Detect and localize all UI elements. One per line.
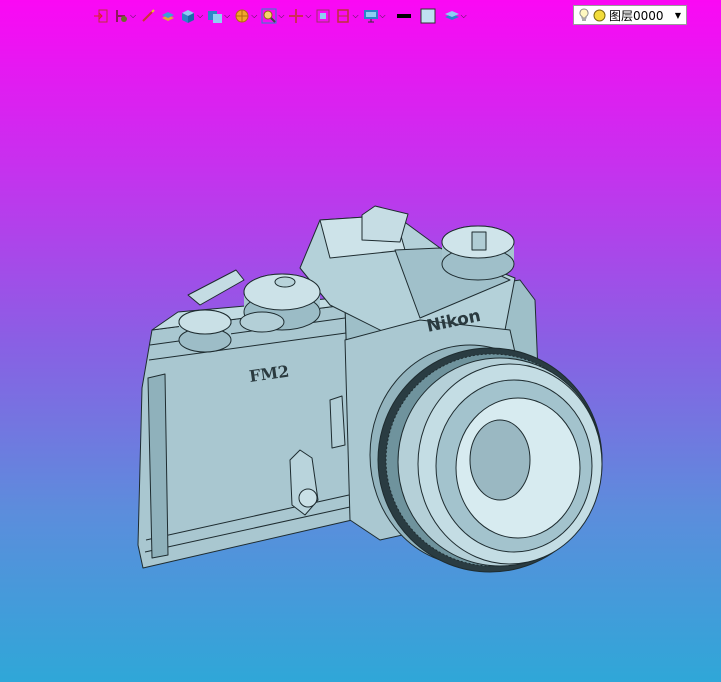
zoom-button[interactable]: ⌵ <box>260 5 285 27</box>
edit-pen-button[interactable] <box>139 5 157 27</box>
display-monitor-button[interactable]: ⌵ <box>362 5 387 27</box>
sketch-tool-button[interactable]: ⌵ <box>112 5 137 27</box>
chevron-down-icon: ⌵ <box>251 11 258 20</box>
pan-move-icon <box>289 9 304 23</box>
line-color-icon <box>396 14 411 18</box>
chevron-down-icon: ⌵ <box>278 11 285 20</box>
layer-stack-button[interactable]: ⌵ <box>443 5 468 27</box>
chevron-down-icon: ⌵ <box>460 11 467 20</box>
chevron-down-icon: ⌵ <box>224 11 231 20</box>
view-toolbar: ⌵ ⌵ ⌵ ⌵ ⌵ ⌵ ⌵ ⌵ ⌵ <box>92 5 468 27</box>
sphere-icon <box>235 9 249 23</box>
sphere-button[interactable]: ⌵ <box>233 5 258 27</box>
extrude-button[interactable] <box>159 5 177 27</box>
camera-left-strap-lug <box>147 373 169 559</box>
boolean-button[interactable]: ⌵ <box>206 5 231 27</box>
lightbulb-icon[interactable] <box>578 8 590 22</box>
import-button[interactable] <box>92 5 110 27</box>
chevron-down-icon: ⌵ <box>197 11 204 20</box>
film-advance-lever <box>187 269 245 306</box>
layer-stack-icon <box>444 11 459 20</box>
chevron-down-icon: ⌵ <box>305 11 312 20</box>
display-monitor-icon <box>363 10 378 23</box>
fill-color-button[interactable] <box>419 5 437 27</box>
layer-name: 图层0000 <box>609 8 664 23</box>
chevron-down-icon: ⌵ <box>130 11 137 20</box>
extrude-icon <box>162 12 175 21</box>
solid-box-icon <box>182 10 195 23</box>
section-view-icon <box>337 9 350 23</box>
line-color-button[interactable] <box>395 5 413 27</box>
zoom-icon <box>261 8 277 24</box>
sketch-tool-icon <box>116 10 127 22</box>
chevron-down-icon: ⌵ <box>379 11 386 20</box>
fit-view-icon <box>316 9 330 23</box>
fit-view-button[interactable] <box>314 5 332 27</box>
3d-viewport[interactable]: FM2 Nikon ⌵ ⌵ ⌵ ⌵ ⌵ ⌵ ⌵ ⌵ ⌵ 图层0000 ▼ <box>0 0 721 682</box>
edit-pen-icon <box>142 9 155 22</box>
layer-select[interactable]: 图层0000 ▼ <box>573 5 687 25</box>
layer-color-icon[interactable] <box>593 9 606 22</box>
fill-color-icon <box>420 8 436 24</box>
solid-box-button[interactable]: ⌵ <box>179 5 204 27</box>
section-view-button[interactable]: ⌵ <box>334 5 359 27</box>
import-icon <box>94 9 108 23</box>
chevron-down-icon[interactable]: ▼ <box>675 11 681 20</box>
pan-move-button[interactable]: ⌵ <box>287 5 312 27</box>
camera-model[interactable]: FM2 Nikon <box>0 0 721 682</box>
hot-shoe <box>361 205 409 243</box>
boolean-icon <box>208 11 223 23</box>
chevron-down-icon: ⌵ <box>352 11 359 20</box>
camera-body-left <box>137 304 353 569</box>
